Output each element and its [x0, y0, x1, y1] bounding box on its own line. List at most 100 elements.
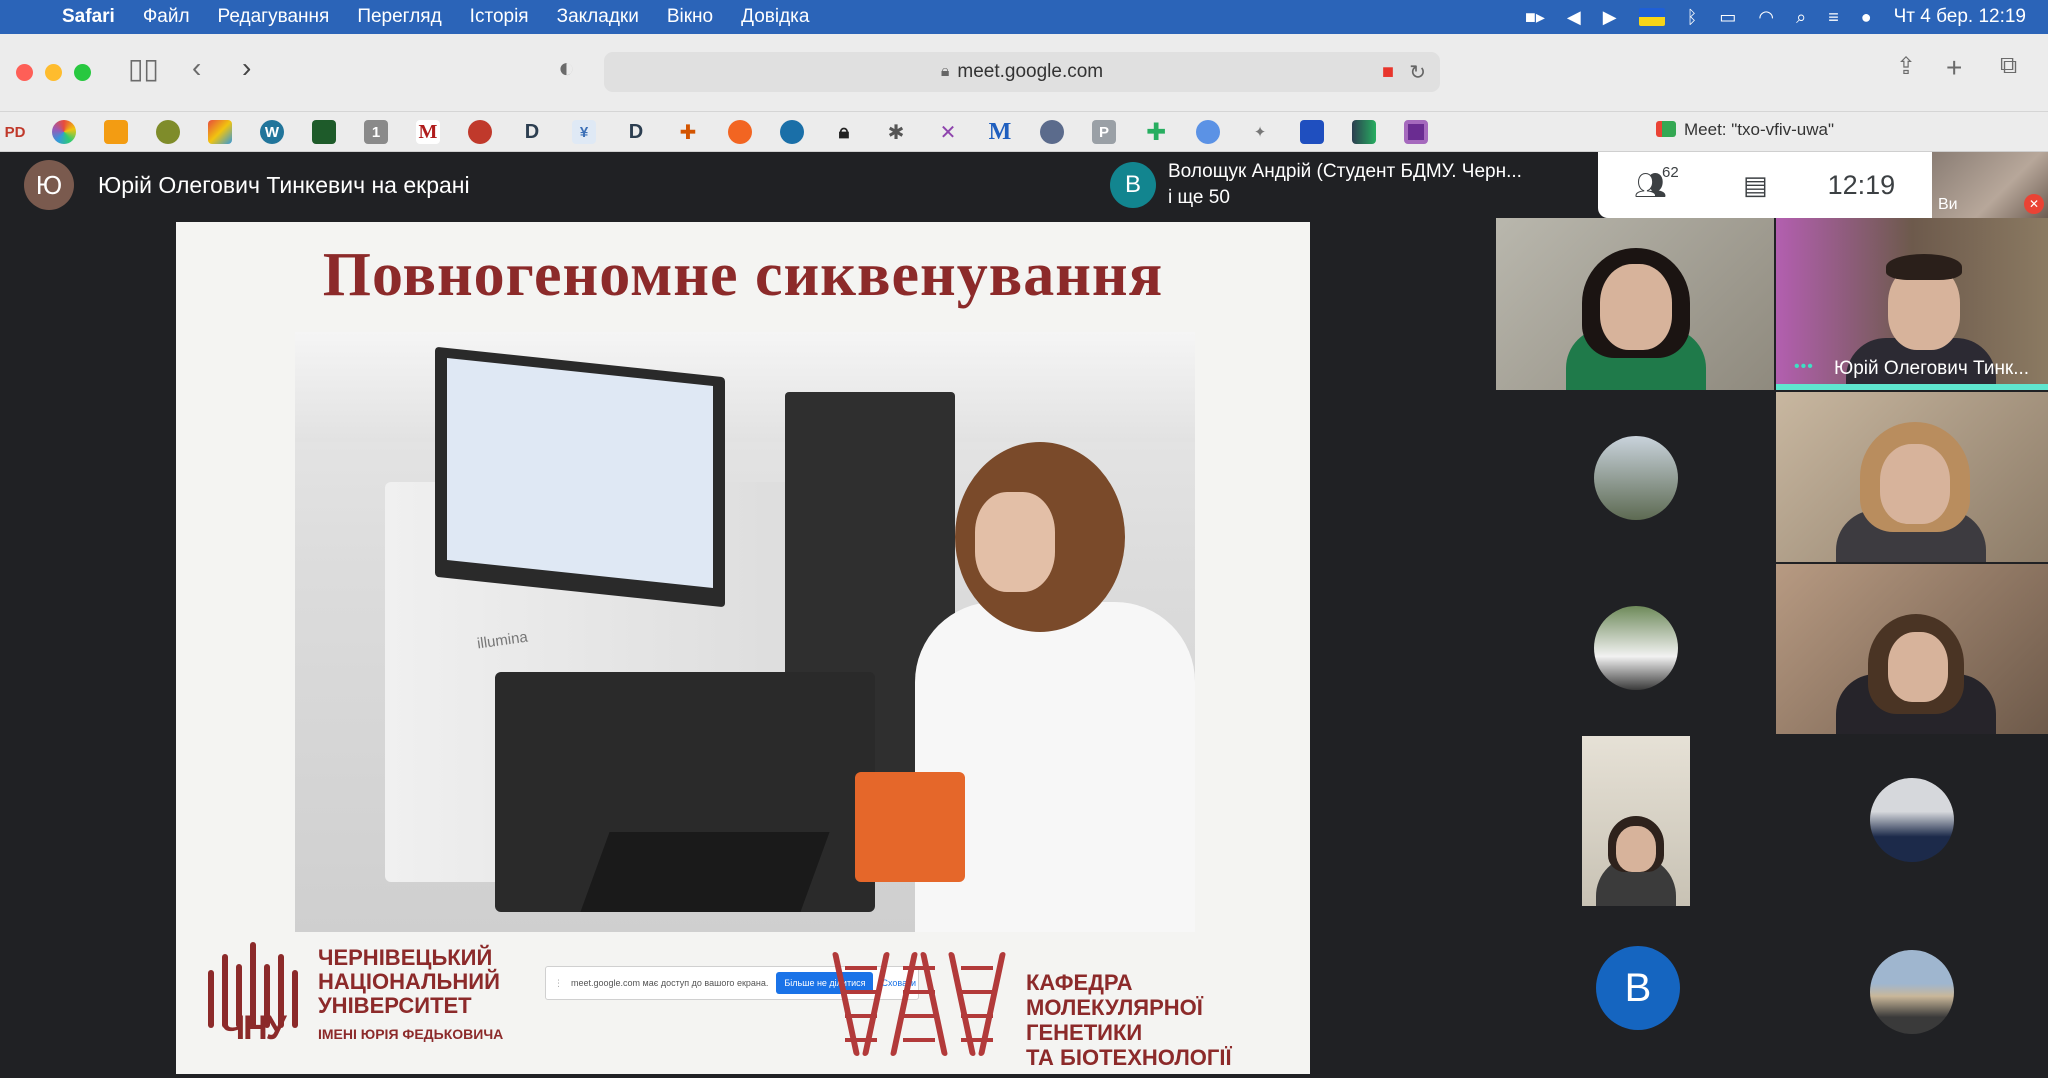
participant-count: 62: [1662, 163, 1679, 181]
menu-history[interactable]: Історія: [456, 6, 543, 28]
participant-tile-speaker[interactable]: ••• Юрій Олегович Тинк...: [1776, 218, 2048, 390]
monitor-screen: [447, 358, 713, 588]
bookmark-globe-icon[interactable]: [1040, 120, 1064, 144]
bookmark-purple-icon[interactable]: [1404, 120, 1428, 144]
participant-face: [1888, 632, 1948, 702]
address-bar[interactable]: 🔒︎ meet.google.com ■ ↻: [604, 52, 1440, 92]
bluetooth-icon[interactable]: ᛒ: [1687, 7, 1698, 28]
bookmark-seal-icon[interactable]: [468, 120, 492, 144]
presenter-bar: Ю Юрій Олегович Тинкевич на екрані: [0, 152, 1100, 218]
dna-rung: [961, 1014, 993, 1018]
dna-helix-icon: [889, 952, 949, 1056]
bookmark-book-icon[interactable]: ¥: [572, 120, 596, 144]
participant-tile[interactable]: [1776, 908, 2048, 1078]
bookmark-dark-icon[interactable]: [1352, 120, 1376, 144]
bookmark-plus-star-icon[interactable]: ✚: [676, 120, 700, 144]
status-area: ■▸ ◀ ▶ ᛒ ▭ ◠ ⌕ ≡ ● Чт 4 бер. 12:19: [1525, 6, 2048, 28]
active-tab-title[interactable]: Meet: "txo-vfiv-uwa": [1656, 120, 1834, 140]
menu-window[interactable]: Вікно: [653, 6, 727, 28]
presenter-label: Юрій Олегович Тинкевич на екрані: [98, 171, 470, 198]
reload-icon[interactable]: ↻: [1409, 60, 1426, 85]
participants-button[interactable]: 👥︎ 62: [1634, 164, 1679, 201]
wifi-icon[interactable]: ◠: [1758, 7, 1774, 28]
participant-tile[interactable]: [1776, 564, 2048, 734]
bookmark-wordpress-icon[interactable]: W: [260, 120, 284, 144]
forward-icon[interactable]: ›: [242, 52, 251, 84]
control-center-icon[interactable]: ≡: [1828, 7, 1839, 28]
department-name: КАФЕДРА МОЛЕКУЛЯРНОЇ ГЕНЕТИКИ ТА БІОТЕХН…: [1026, 970, 1310, 1070]
bookmark-fairy-icon[interactable]: ✦: [1248, 120, 1272, 144]
join-notification[interactable]: В Волощук Андрій (Студент БДМУ. Черн... …: [1100, 152, 1596, 218]
recording-camera-icon[interactable]: ■: [1382, 61, 1394, 84]
camera-icon[interactable]: ■▸: [1525, 7, 1545, 28]
back-icon[interactable]: ‹: [192, 52, 201, 84]
siri-icon[interactable]: ●: [1861, 7, 1872, 28]
bookmark-un-icon[interactable]: [1196, 120, 1220, 144]
bookmark-colors-icon[interactable]: [208, 120, 232, 144]
window-fullscreen-button[interactable]: [74, 64, 91, 81]
bookmark-blue-icon[interactable]: [780, 120, 804, 144]
spotlight-search-icon[interactable]: ⌕: [1796, 7, 1806, 28]
privacy-shield-icon[interactable]: ◐: [558, 52, 575, 84]
bookmark-d-two[interactable]: D: [624, 120, 648, 144]
sample-tube-rack: [855, 772, 965, 882]
chat-icon[interactable]: ▤: [1743, 170, 1768, 201]
bookmark-one[interactable]: 1: [364, 120, 388, 144]
bookmark-green-icon[interactable]: [312, 120, 336, 144]
bookmark-lock-icon[interactable]: 🔒︎: [832, 120, 856, 144]
sequencer-monitor: [435, 346, 725, 608]
dna-rung: [845, 990, 877, 994]
participant-avatar: [1594, 606, 1678, 690]
new-tab-icon[interactable]: +: [1946, 52, 1962, 84]
tab-overview-icon[interactable]: ⧉: [2000, 52, 2017, 80]
participant-tile[interactable]: [1776, 392, 2048, 562]
bookmark-m-blue[interactable]: M: [988, 119, 1012, 145]
participant-avatar: [1870, 778, 1954, 862]
participant-tile[interactable]: [1496, 218, 1774, 390]
participants-grid: ••• Юрій Олегович Тинк... В: [1496, 218, 2048, 1078]
drag-handle-icon[interactable]: ⋮: [554, 978, 563, 989]
lock-icon: 🔒︎: [940, 63, 950, 80]
speaking-indicator-icon: •••: [1794, 358, 1814, 375]
bookmark-p[interactable]: P: [1092, 120, 1116, 144]
battery-icon[interactable]: ▭: [1719, 7, 1736, 28]
telegram-icon[interactable]: ◀: [1567, 7, 1581, 28]
window-close-button[interactable]: [16, 64, 33, 81]
bookmark-orange-icon[interactable]: [728, 120, 752, 144]
menubar-clock[interactable]: Чт 4 бер. 12:19: [1894, 6, 2026, 28]
window-minimize-button[interactable]: [45, 64, 62, 81]
menu-view[interactable]: Перегляд: [343, 6, 455, 28]
participant-tile[interactable]: В: [1496, 908, 1774, 1078]
sidebar-toggle-icon[interactable]: ▯▯: [128, 52, 159, 85]
menu-app-safari[interactable]: Safari: [48, 6, 129, 28]
dna-rung: [903, 966, 935, 970]
menu-bookmarks[interactable]: Закладки: [543, 6, 653, 28]
participant-tile[interactable]: [1496, 736, 1774, 906]
bookmark-pm-icon[interactable]: [1300, 120, 1324, 144]
bookmark-d-one[interactable]: D: [520, 120, 544, 144]
menu-edit[interactable]: Редагування: [204, 6, 344, 28]
bookmark-pd[interactable]: PD: [2, 120, 28, 144]
bookmark-green-cross-icon[interactable]: ✚: [1144, 119, 1168, 146]
participant-tile[interactable]: [1496, 564, 1774, 734]
play-icon[interactable]: ▶: [1603, 7, 1617, 28]
share-icon[interactable]: ⇪: [1896, 52, 1916, 81]
bookmark-m-red[interactable]: M: [416, 120, 440, 144]
tab-title-text: Meet: "txo-vfiv-uwa": [1684, 120, 1834, 139]
participant-tile[interactable]: [1776, 736, 2048, 906]
chnu-logo: ЧНУ: [202, 940, 304, 1048]
bookmark-dna-icon[interactable]: ✕: [936, 120, 960, 144]
participant-letter-avatar: В: [1596, 946, 1680, 1030]
dna-rung: [961, 1038, 993, 1042]
bookmark-hands-icon[interactable]: [104, 120, 128, 144]
bookmark-emblem-icon[interactable]: [156, 120, 180, 144]
keyboard-layout-flag-icon[interactable]: [1638, 8, 1665, 26]
menu-file[interactable]: Файл: [129, 6, 204, 28]
self-video-tile[interactable]: Ви ✕: [1932, 152, 2048, 218]
bookmark-bug-icon[interactable]: ✱: [884, 120, 908, 144]
menu-help[interactable]: Довідка: [727, 6, 823, 28]
university-name: ЧЕРНІВЕЦЬКИЙ НАЦІОНАЛЬНИЙ УНІВЕРСИТЕТ ІМ…: [318, 946, 503, 1043]
participant-tile[interactable]: [1496, 392, 1774, 562]
bookmark-pinwheel-icon[interactable]: [52, 120, 76, 144]
dna-rung: [903, 1014, 935, 1018]
